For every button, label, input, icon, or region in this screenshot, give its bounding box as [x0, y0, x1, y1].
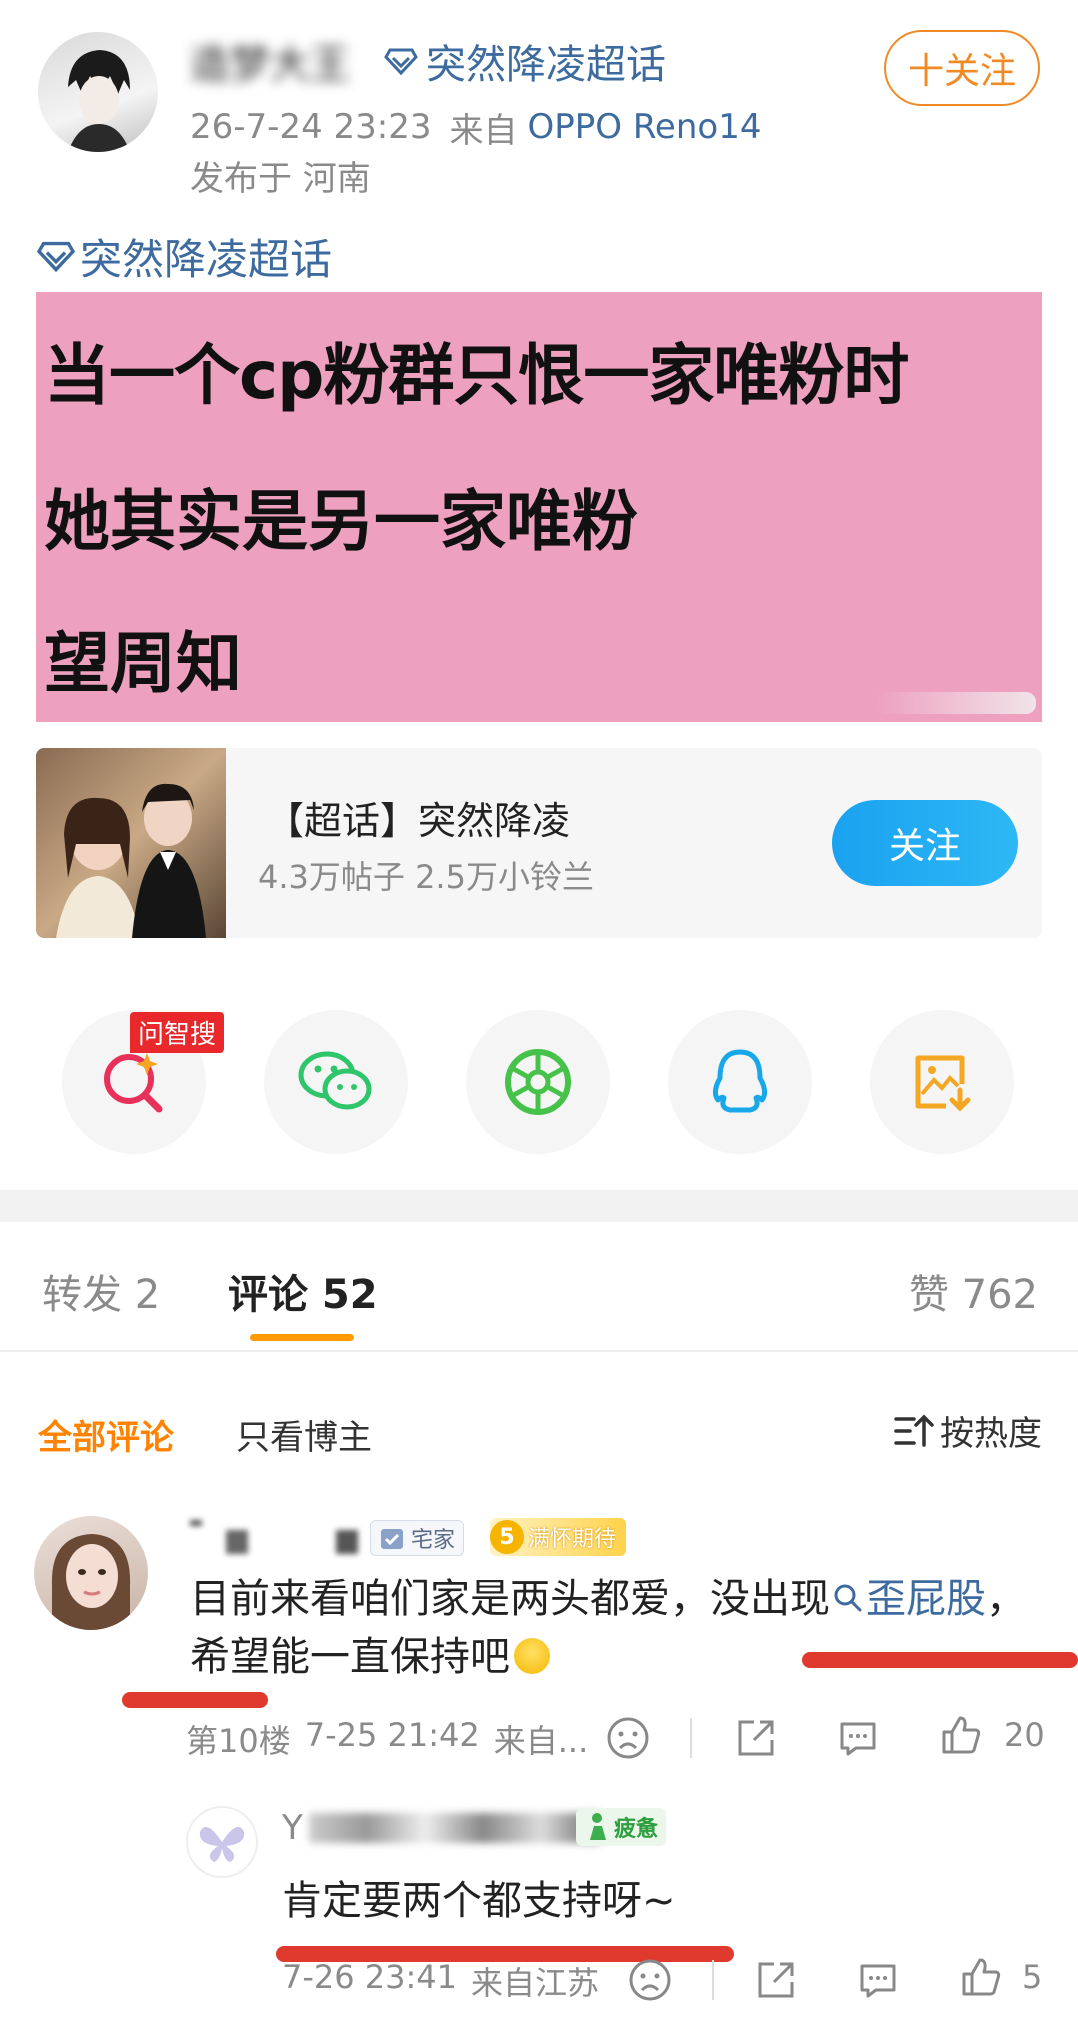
badge-home-label: 宅家	[411, 1528, 456, 1553]
section-divider	[0, 1190, 1078, 1222]
share-wechat-button[interactable]	[264, 1010, 408, 1154]
reply-name-redacted	[308, 1813, 599, 1843]
comment-like-count: 20	[1004, 1716, 1045, 1754]
share-qq-button[interactable]	[668, 1010, 812, 1154]
diamond-icon	[384, 48, 418, 76]
filter-all-comments[interactable]: 全部评论	[38, 1410, 174, 1459]
comment-text-part1: 目前来看咱们家是两头都爱，没出现	[190, 1576, 830, 1622]
topic-card[interactable]: 【超话】突然降凌 4.3万帖子 2.5万小铃兰 关注	[36, 748, 1042, 938]
like-thumb-icon[interactable]	[938, 1712, 984, 1758]
tab-comments[interactable]: 评论 52	[228, 1262, 378, 1320]
sort-icon	[894, 1414, 934, 1447]
reply-icon[interactable]	[836, 1716, 880, 1760]
share-moments-button[interactable]	[466, 1010, 610, 1154]
post-source-prefix: 来自	[449, 110, 518, 151]
reply-avatar[interactable]	[186, 1806, 258, 1878]
meta-separator	[712, 1960, 714, 2000]
reply-name-prefix: Y	[282, 1808, 303, 1848]
sort-by-heat[interactable]: 按热度	[892, 1406, 1042, 1455]
butterfly-icon	[199, 1826, 245, 1862]
author-avatar[interactable]	[38, 32, 158, 152]
reply-meta: 7-26 23:41 来自江苏	[282, 1958, 599, 2004]
tired-figure-icon	[590, 1813, 606, 1840]
search-badge: 问智搜	[130, 1012, 225, 1053]
comment-topic-link[interactable]: 歪屁股	[830, 1576, 986, 1622]
follow-button-label: 十关注	[907, 51, 1016, 92]
reply-time: 7-26 23:41	[282, 1958, 458, 1996]
filter-author-only[interactable]: 只看博主	[236, 1410, 372, 1459]
pray-emoji-icon	[514, 1638, 550, 1674]
topic-link-label: 突然降凌超话	[80, 234, 333, 284]
dislike-face-icon[interactable]	[606, 1716, 650, 1760]
tab-repost[interactable]: 转发 2	[42, 1262, 160, 1320]
post-time: 26-7-24 23:23	[190, 107, 432, 147]
post-image[interactable]: 当一个cp粉群只恨一家唯粉时 她其实是另一家唯粉 望周知	[36, 292, 1042, 722]
comment-floor: 第10楼	[186, 1722, 291, 1760]
post-device[interactable]: OPPO Reno14	[528, 107, 762, 147]
post-meta: 26-7-24 23:23 来自 OPPO Reno14	[190, 104, 762, 151]
calendar-check-icon	[381, 1529, 403, 1549]
supertopic-tag-label: 突然降凌超话	[426, 42, 666, 88]
search-icon	[104, 1053, 163, 1113]
image-line-3: 望周知	[44, 625, 242, 702]
wechat-icon	[298, 1051, 372, 1110]
search-icon	[834, 1584, 862, 1612]
author-name-text: 造梦大王	[190, 42, 350, 88]
badge-mood-label: 满怀期待	[528, 1527, 617, 1552]
qq-icon	[712, 1049, 768, 1113]
like-thumb-icon[interactable]	[958, 1954, 1004, 2000]
tab-likes[interactable]: 赞 762	[909, 1262, 1038, 1320]
badge-level: 5	[490, 1520, 524, 1554]
badge-home: 宅家	[370, 1520, 465, 1556]
supertopic-tag[interactable]: 突然降凌超话	[384, 36, 666, 88]
image-watermark	[876, 692, 1036, 714]
reply-source: 来自江苏	[471, 1964, 600, 2002]
underline-mark-1a	[802, 1652, 1078, 1668]
comment-text: 目前来看咱们家是两头都爱，没出现 歪屁股，希望能一直保持吧	[190, 1570, 1050, 1686]
reply-icon[interactable]	[856, 1958, 900, 2002]
share-save-image-button[interactable]	[870, 1010, 1014, 1154]
badge-mood: 5 满怀期待	[490, 1518, 627, 1556]
sort-label: 按热度	[940, 1414, 1042, 1454]
reply-author-name[interactable]: Y	[282, 1806, 599, 1850]
share-icon[interactable]	[754, 1958, 798, 2002]
comment-time: 7-25 21:42	[304, 1716, 480, 1754]
reply-like-count: 5	[1022, 1958, 1043, 1996]
author-name[interactable]: 造梦大王	[190, 36, 350, 88]
commenter-name[interactable]	[190, 1520, 360, 1556]
image-line-1: 当一个cp粉群只恨一家唯粉时	[44, 337, 909, 414]
underline-mark-1b	[122, 1692, 268, 1708]
dislike-face-icon[interactable]	[628, 1958, 672, 2002]
post-location: 发布于 河南	[190, 159, 371, 199]
reply-badge-mood: 疲惫	[576, 1808, 667, 1846]
comment-source: 来自...	[493, 1722, 589, 1760]
reply-badge-mood-label: 疲惫	[614, 1817, 659, 1842]
commenter-avatar[interactable]	[34, 1516, 148, 1630]
tabs-divider	[0, 1350, 1078, 1352]
reply-text: 肯定要两个都支持呀~	[282, 1878, 676, 1924]
topic-card-title: 【超话】突然降凌	[266, 799, 571, 843]
follow-button[interactable]: 十关注	[884, 30, 1040, 106]
meta-separator	[690, 1718, 692, 1758]
topic-link[interactable]: 突然降凌超话	[36, 230, 332, 284]
comment-meta: 第10楼 7-25 21:42 来自...	[186, 1716, 588, 1762]
diamond-icon	[36, 241, 76, 273]
tab-comments-indicator	[250, 1334, 354, 1341]
topic-card-follow-button[interactable]: 关注	[832, 800, 1018, 886]
moments-icon	[505, 1049, 571, 1115]
share-icon[interactable]	[734, 1716, 778, 1760]
topic-card-follow-label: 关注	[888, 826, 961, 867]
image-line-2: 她其实是另一家唯粉	[44, 483, 638, 560]
comment-topic-link-label: 歪屁股	[866, 1576, 986, 1622]
topic-card-stats: 4.3万帖子 2.5万小铃兰	[258, 858, 594, 896]
topic-card-thumbnail	[36, 748, 226, 938]
save-image-icon	[915, 1055, 971, 1112]
